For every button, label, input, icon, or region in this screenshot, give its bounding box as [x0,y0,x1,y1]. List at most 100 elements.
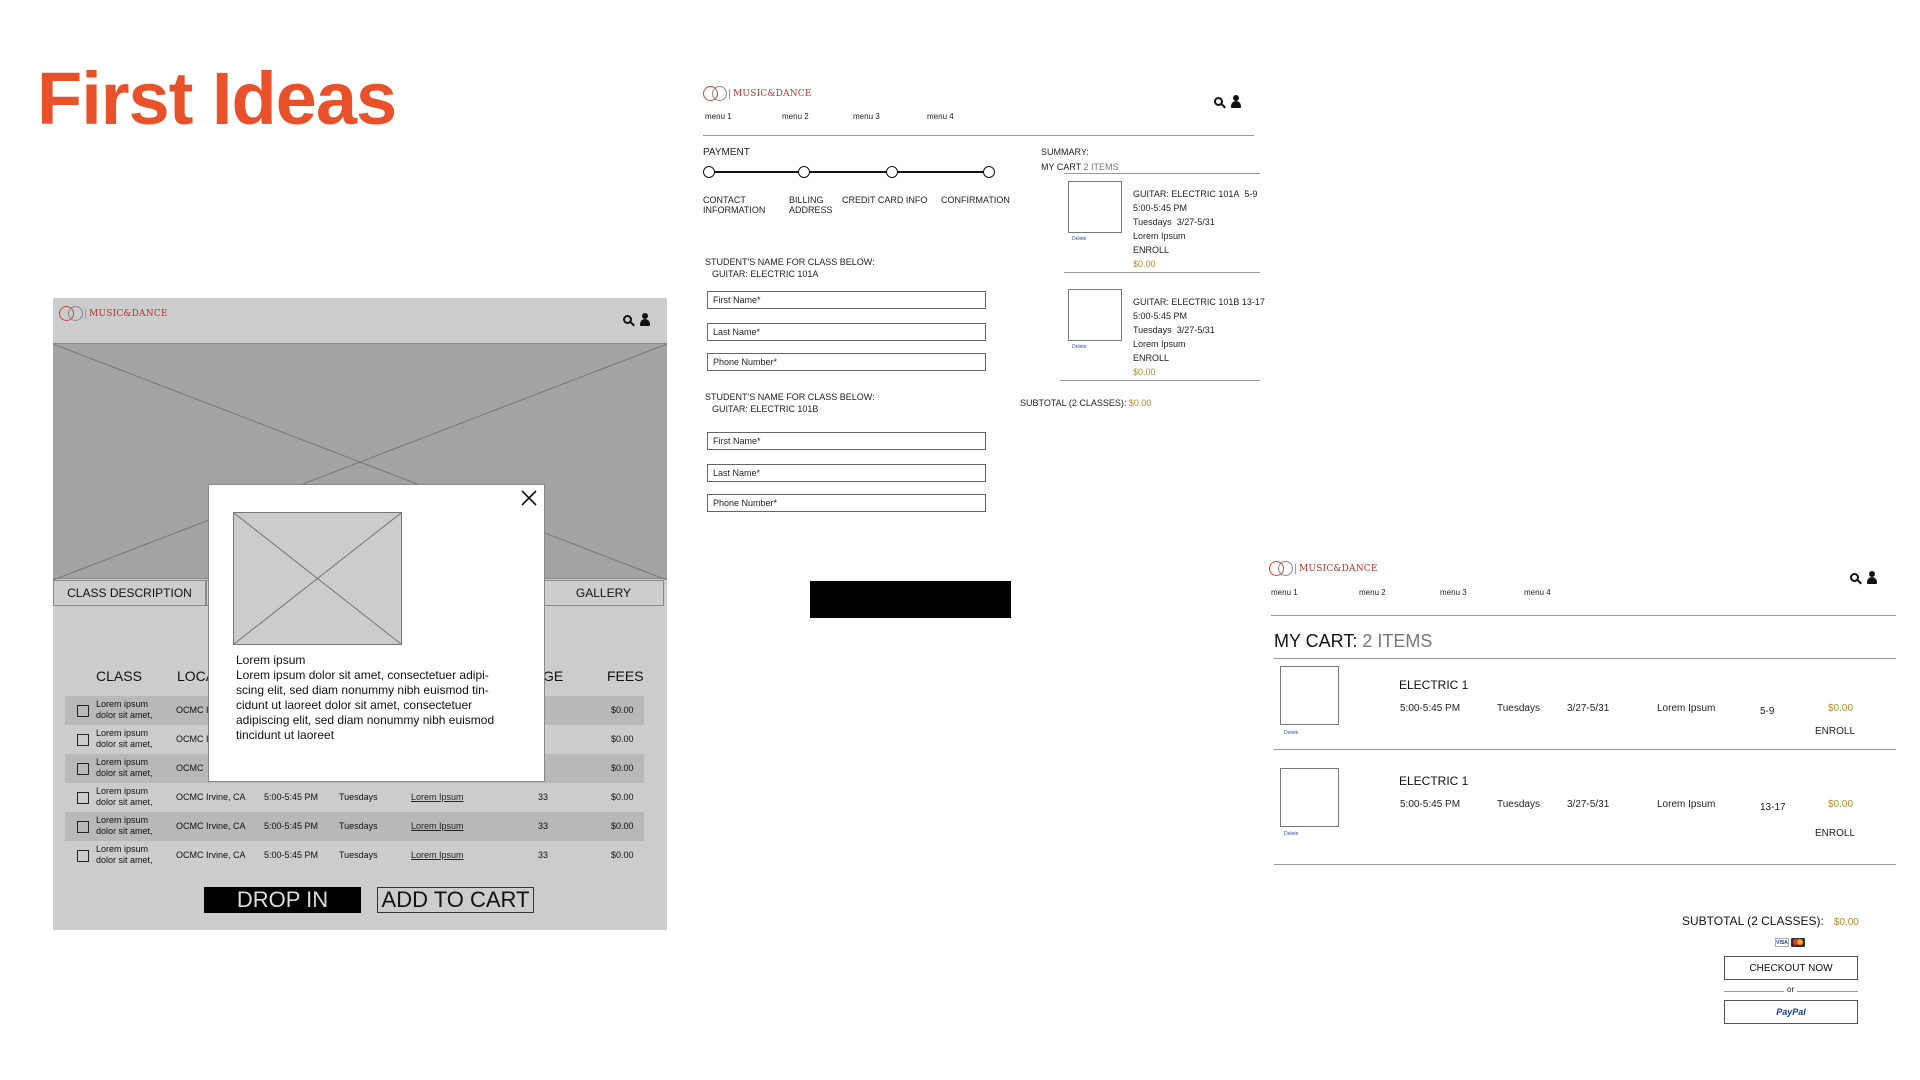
row-checkbox[interactable] [77,850,89,862]
mastercard-icon [1791,938,1805,947]
item-instructor: Lorem Ipsum [1133,339,1186,349]
menu-item-2[interactable]: menu 2 [782,112,809,121]
cart-item-thumbnail [1280,768,1339,827]
summary-divider [1064,272,1260,273]
row-fee: $0.00 [611,734,634,744]
row-location: OCMC Irvine, CA [176,821,246,831]
user-icon[interactable] [1231,95,1241,108]
row-class: Lorem ipsum dolor sit amet, [96,699,153,720]
delete-link[interactable]: Delete [1072,236,1086,242]
menu-item-3[interactable]: menu 3 [853,112,880,121]
step-dot[interactable] [983,166,995,178]
logo[interactable]: MUSIC&DANCE [703,86,812,102]
row-checkbox[interactable] [77,792,89,804]
logo-rings-icon [1269,561,1293,577]
payment-card-icons: VISA [1775,938,1805,947]
visa-card-icon: VISA [1775,938,1789,947]
student-label-2: STUDENT'S NAME FOR CLASS BELOW: [705,392,875,402]
row-checkbox[interactable] [77,821,89,833]
phone-number-field[interactable]: Phone Number* [707,353,986,371]
continue-button[interactable] [810,581,1011,618]
cart-item-thumbnail [1068,181,1122,233]
row-fee: $0.00 [611,821,634,831]
row-checkbox[interactable] [77,763,89,775]
step-dot[interactable] [886,166,898,178]
logo-rings-icon [703,86,727,102]
add-to-cart-button[interactable]: ADD TO CART [377,887,534,913]
cart-title-count: 2 ITEMS [1362,631,1433,651]
cart-item-day: Tuesdays [1497,799,1540,810]
or-divider: or [1724,985,1858,996]
row-fee: $0.00 [611,792,634,802]
last-name-field[interactable]: Last Name* [707,464,986,482]
row-checkbox[interactable] [77,705,89,717]
logo[interactable]: MUSIC&DANCE [59,306,168,322]
cart-item-dates: 3/27-5/31 [1567,703,1610,714]
row-instructor-link[interactable]: Lorem Ipsum [411,792,464,802]
item-title: GUITAR: ELECTRIC 101A [1133,189,1240,199]
cart-item-thumbnail [1280,666,1339,725]
payment-heading: PAYMENT [703,147,750,158]
delete-link[interactable]: Delete [1284,730,1298,736]
paypal-button[interactable]: PayPal [1724,1000,1858,1024]
row-fee: $0.00 [611,850,634,860]
menu-item-1[interactable]: menu 1 [1271,588,1298,597]
row-instructor-link[interactable]: Lorem Ipsum [411,850,464,860]
item-instructor: Lorem Ipsum [1133,231,1186,241]
row-day: Tuesdays [339,792,378,802]
row-day: Tuesdays [339,850,378,860]
logo[interactable]: MUSIC&DANCE [1269,561,1378,577]
last-name-field[interactable]: Last Name* [707,323,986,341]
row-instructor-link[interactable]: Lorem Ipsum [411,821,464,831]
tab-gallery[interactable]: GALLERY [543,580,664,606]
user-icon[interactable] [640,313,650,326]
table-row: Lorem ipsum dolor sit amet, OCMC Irvine,… [65,841,644,870]
summary-heading: SUMMARY: [1041,147,1089,157]
item-title: GUITAR: ELECTRIC 101B [1133,297,1240,307]
item-time: 5:00-5:45 PM [1133,311,1188,321]
row-class: Lorem ipsum dolor sit amet, [96,757,153,778]
search-icon[interactable] [623,315,632,324]
drop-in-button[interactable]: DROP IN [204,887,361,913]
row-location: OCMC Irvine, CA [176,792,246,802]
menu-item-3[interactable]: menu 3 [1440,588,1467,597]
row-age: 33 [538,850,549,860]
subtotal-value: $0.00 [1128,398,1152,408]
step-billing-address: BILLING ADDRESS [789,195,833,215]
step-dot[interactable] [703,166,715,178]
menu-item-4[interactable]: menu 4 [927,112,954,121]
cart-title-prefix: MY CART: [1274,631,1358,651]
search-icon[interactable] [1214,97,1223,106]
summary-item-1: GUITAR: ELECTRIC 101A 5-9 5:00-5:45 PM T… [1133,187,1257,271]
logo-text: MUSIC&DANCE [1295,564,1378,574]
row-fee: $0.00 [611,763,634,773]
step-dot[interactable] [798,166,810,178]
menu-item-1[interactable]: menu 1 [705,112,732,121]
row-checkbox[interactable] [77,734,89,746]
cart-title: MY CART: 2 ITEMS [1274,631,1432,652]
checkout-now-button[interactable]: CHECKOUT NOW [1724,956,1858,980]
first-name-field[interactable]: First Name* [707,291,986,309]
delete-link[interactable]: Delete [1072,344,1086,350]
delete-link[interactable]: Delete [1284,831,1298,837]
table-row: Lorem ipsum dolor sit amet, OCMC Irvine,… [65,812,644,841]
row-class: Lorem ipsum dolor sit amet, [96,815,153,836]
paypal-label: PayPal [1776,1007,1806,1017]
first-name-field[interactable]: First Name* [707,432,986,450]
row-location: OCMC I [176,734,209,744]
user-icon[interactable] [1867,571,1877,584]
row-day: Tuesdays [339,821,378,831]
close-icon[interactable] [520,489,538,507]
col-header-class: CLASS [96,668,142,684]
summary-cart-title: MY CART 2 ITEMS [1041,162,1119,172]
search-icon[interactable] [1850,573,1859,582]
cart-item-instructor: Lorem Ipsum [1657,799,1716,810]
tab-class-description[interactable]: CLASS DESCRIPTION [53,580,206,606]
menu-item-4[interactable]: menu 4 [1524,588,1551,597]
menu-item-2[interactable]: menu 2 [1359,588,1386,597]
item-dates: 3/27-5/31 [1176,217,1215,227]
subtotal-label: SUBTOTAL (2 CLASSES): [1682,914,1824,928]
row-age: 33 [538,821,549,831]
placeholder-cross-icon [234,513,401,644]
phone-number-field[interactable]: Phone Number* [707,494,986,512]
